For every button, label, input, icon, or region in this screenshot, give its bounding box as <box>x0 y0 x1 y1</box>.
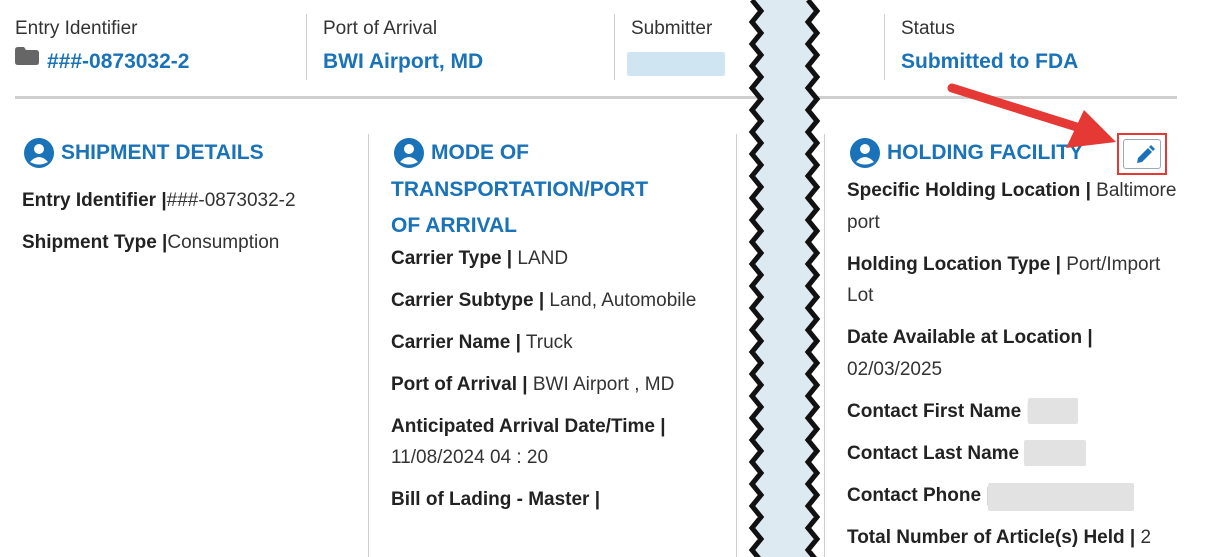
field-value: Port/Import <box>1060 254 1161 275</box>
holding-field-total-articles: Total Number of Article(s) Held | 2 <box>847 522 1151 554</box>
field-label: Entry Identifier | <box>22 190 167 211</box>
status-value: Submitted to FDA <box>901 50 1079 73</box>
submitter-label: Submitter <box>631 18 713 39</box>
submitter-redacted <box>627 52 725 76</box>
person-icon <box>850 138 880 168</box>
edit-holding-facility-button[interactable] <box>1117 133 1167 175</box>
column-divider <box>824 134 825 557</box>
field-value: Lot <box>847 285 874 306</box>
mode-field-carrier-type: Carrier Type | LAND <box>391 243 568 275</box>
field-label: Port of Arrival | <box>391 374 528 395</box>
field-label: Carrier Subtype | <box>391 290 545 311</box>
field-value: 02/03/2025 <box>847 359 943 380</box>
field-label: Contact First Name | <box>847 401 1032 422</box>
holding-field-location-type: Holding Location Type | Port/Import <box>847 249 1160 281</box>
field-label: Specific Holding Location | <box>847 180 1091 201</box>
holding-field-contact-first-name: Contact First Name | <box>847 396 1032 428</box>
field-label: Contact Phone | <box>847 485 992 506</box>
field-value: port <box>847 212 880 233</box>
mode-title-line-2: TRANSPORTATION/PORT <box>391 178 649 201</box>
field-label: Bill of Lading - Master | <box>391 489 601 510</box>
holding-field-specific-location: Specific Holding Location | Baltimore <box>847 175 1176 207</box>
field-value: Land, Automobile <box>544 290 697 311</box>
field-label: Shipment Type | <box>22 232 168 253</box>
redacted-value <box>1028 398 1078 424</box>
mode-field-carrier-subtype: Carrier Subtype | Land, Automobile <box>391 285 696 317</box>
shipment-details-title: SHIPMENT DETAILS <box>61 141 264 164</box>
field-label: Date Available at Location | <box>847 327 1093 348</box>
field-value: ###-0873032-2 <box>166 190 296 211</box>
redacted-value <box>988 483 1134 511</box>
holding-field-contact-last-name: Contact Last Name | <box>847 438 1030 470</box>
field-value: 2 <box>1135 527 1152 548</box>
field-value: 11/08/2024 04 : 20 <box>391 447 549 468</box>
header-divider <box>306 14 307 80</box>
field-label: Carrier Name | <box>391 332 521 353</box>
folder-icon <box>15 47 39 65</box>
holding-field-date-available: Date Available at Location | <box>847 322 1093 354</box>
mode-field-carrier-name: Carrier Name | Truck <box>391 327 573 359</box>
mode-title-line-1: MODE OF <box>431 141 529 164</box>
header-divider <box>884 14 885 80</box>
column-divider <box>368 134 369 557</box>
mode-field-bill-of-lading: Bill of Lading - Master | <box>391 484 600 516</box>
pencil-icon <box>1137 145 1155 163</box>
field-value: LAND <box>512 248 569 269</box>
header-divider <box>614 14 615 80</box>
column-divider <box>736 134 737 557</box>
holding-field-contact-phone: Contact Phone | <box>847 480 992 512</box>
mode-field-port-of-arrival: Port of Arrival | BWI Airport , MD <box>391 369 674 401</box>
shipment-field-type: Shipment Type |Consumption <box>22 227 279 259</box>
person-icon <box>24 138 54 168</box>
status-label: Status <box>901 18 955 39</box>
person-icon <box>394 138 424 168</box>
torn-edge <box>748 0 821 557</box>
field-label: Carrier Type | <box>391 248 513 269</box>
field-label: Contact Last Name | <box>847 443 1030 464</box>
field-label: Holding Location Type | <box>847 254 1061 275</box>
edit-button-frame <box>1123 139 1161 169</box>
field-value: Baltimore <box>1090 180 1177 201</box>
redacted-value <box>1024 440 1086 466</box>
field-value: Truck <box>520 332 573 353</box>
port-of-arrival-label: Port of Arrival <box>323 18 438 39</box>
annotation-arrow <box>947 83 1116 148</box>
shipment-field-entry-id: Entry Identifier |###-0873032-2 <box>22 185 296 217</box>
field-value: BWI Airport , MD <box>527 374 675 395</box>
mode-field-arrival-datetime: Anticipated Arrival Date/Time | <box>391 411 666 443</box>
field-label: Total Number of Article(s) Held | <box>847 527 1136 548</box>
port-of-arrival-value: BWI Airport, MD <box>323 50 484 73</box>
mode-title-line-3: OF ARRIVAL <box>391 214 517 237</box>
entry-identifier-label: Entry Identifier <box>15 18 138 39</box>
entry-identifier-value[interactable]: ###-0873032-2 <box>47 50 189 74</box>
field-label: Anticipated Arrival Date/Time | <box>391 416 666 437</box>
field-value: Consumption <box>167 232 280 253</box>
